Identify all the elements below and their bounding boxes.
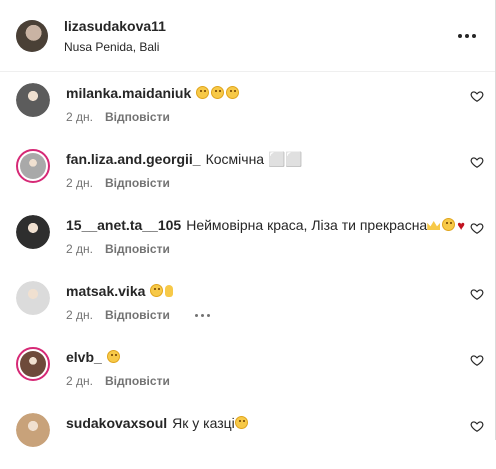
like-heart-icon[interactable] <box>470 419 484 433</box>
comment-time[interactable]: 2 дн. <box>66 374 93 388</box>
comment-time[interactable]: 2 дн. <box>66 176 93 190</box>
like-heart-icon[interactable] <box>470 155 484 169</box>
comment-meta: 2 дн. Відповісти <box>66 242 170 256</box>
comment-row: matsak.vika 2 дн. Відповісти <box>0 271 495 337</box>
comment-time[interactable]: 2 дн. <box>66 110 93 124</box>
reply-button[interactable]: Відповісти <box>105 242 170 256</box>
commenter-avatar[interactable] <box>16 83 50 117</box>
comment-text: elvb_ <box>66 349 122 365</box>
commenter-avatar[interactable] <box>16 413 50 447</box>
comment-body: Космічна ⬜⬜ <box>205 151 303 167</box>
smile-emoji-icon <box>196 86 210 99</box>
comment-text: 15__anet.ta__105 Неймовірна краса, Ліза т… <box>66 217 465 233</box>
reply-button[interactable]: Відповісти <box>105 374 170 388</box>
author-username[interactable]: lizasudakova11 <box>64 18 166 34</box>
like-heart-icon[interactable] <box>470 287 484 301</box>
author-avatar[interactable] <box>16 20 48 52</box>
like-heart-icon[interactable] <box>470 353 484 367</box>
comment-row: sudakovaxsoul Як у казці <box>0 403 495 469</box>
like-heart-icon[interactable] <box>470 221 484 235</box>
comment-text: milanka.maidaniuk <box>66 85 241 101</box>
commenter-username[interactable]: sudakovaxsoul <box>66 415 167 431</box>
comment-more-icon[interactable] <box>194 313 212 317</box>
comment-body: Неймовірна краса, Ліза ти прекрасна <box>186 217 428 233</box>
smile-emoji-icon <box>226 86 240 99</box>
smile-emoji-icon <box>211 86 225 99</box>
reply-button[interactable]: Відповісти <box>105 176 170 190</box>
reply-button[interactable]: Відповісти <box>105 308 170 322</box>
comment-meta: 2 дн. Відповісти <box>66 308 212 322</box>
smile-emoji-icon <box>442 218 456 231</box>
comment-text: fan.liza.and.georgii_ Космічна ⬜⬜ <box>66 151 303 168</box>
commenter-username[interactable]: matsak.vika <box>66 283 145 299</box>
commenter-username[interactable]: fan.liza.and.georgii_ <box>66 151 201 167</box>
more-dots-icon <box>457 34 478 38</box>
heart-emoji-icon: ♥ <box>457 218 465 233</box>
comment-row: 15__anet.ta__105 Неймовірна краса, Ліза т… <box>0 205 495 271</box>
crown-emoji-icon <box>427 221 441 230</box>
comment-meta: 2 дн. Відповісти <box>66 176 170 190</box>
comment-row: fan.liza.and.georgii_ Космічна ⬜⬜ 2 дн. Від… <box>0 139 495 205</box>
commenter-avatar[interactable] <box>16 281 50 315</box>
comment-time[interactable]: 2 дн. <box>66 242 93 256</box>
post-location[interactable]: Nusa Penida, Bali <box>64 40 159 54</box>
comment-text: matsak.vika <box>66 283 174 299</box>
comment-row: elvb_ 2 дн. Відповісти <box>0 337 495 403</box>
commenter-username[interactable]: milanka.maidaniuk <box>66 85 191 101</box>
post-header: lizasudakova11 Nusa Penida, Bali <box>0 0 495 72</box>
comment-meta: 2 дн. Відповісти <box>66 374 170 388</box>
hand-emoji-icon <box>165 285 174 297</box>
commenter-username[interactable]: elvb_ <box>66 349 102 365</box>
comment-body: Як у казці <box>172 415 235 431</box>
comment-text: sudakovaxsoul Як у казці <box>66 415 250 431</box>
commenter-avatar[interactable] <box>16 149 50 183</box>
smile-emoji-icon <box>150 284 164 297</box>
more-options-button[interactable] <box>455 24 479 48</box>
commenter-username[interactable]: 15__anet.ta__105 <box>66 217 181 233</box>
commenter-avatar[interactable] <box>16 215 50 249</box>
comment-meta: 2 дн. Відповісти <box>66 110 170 124</box>
commenter-avatar[interactable] <box>16 347 50 381</box>
comment-row: milanka.maidaniuk 2 дн. Відповісти <box>0 73 495 139</box>
smile-emoji-icon <box>106 350 120 363</box>
comment-time[interactable]: 2 дн. <box>66 308 93 322</box>
like-heart-icon[interactable] <box>470 89 484 103</box>
smile-emoji-icon <box>234 416 248 429</box>
reply-button[interactable]: Відповісти <box>105 110 170 124</box>
